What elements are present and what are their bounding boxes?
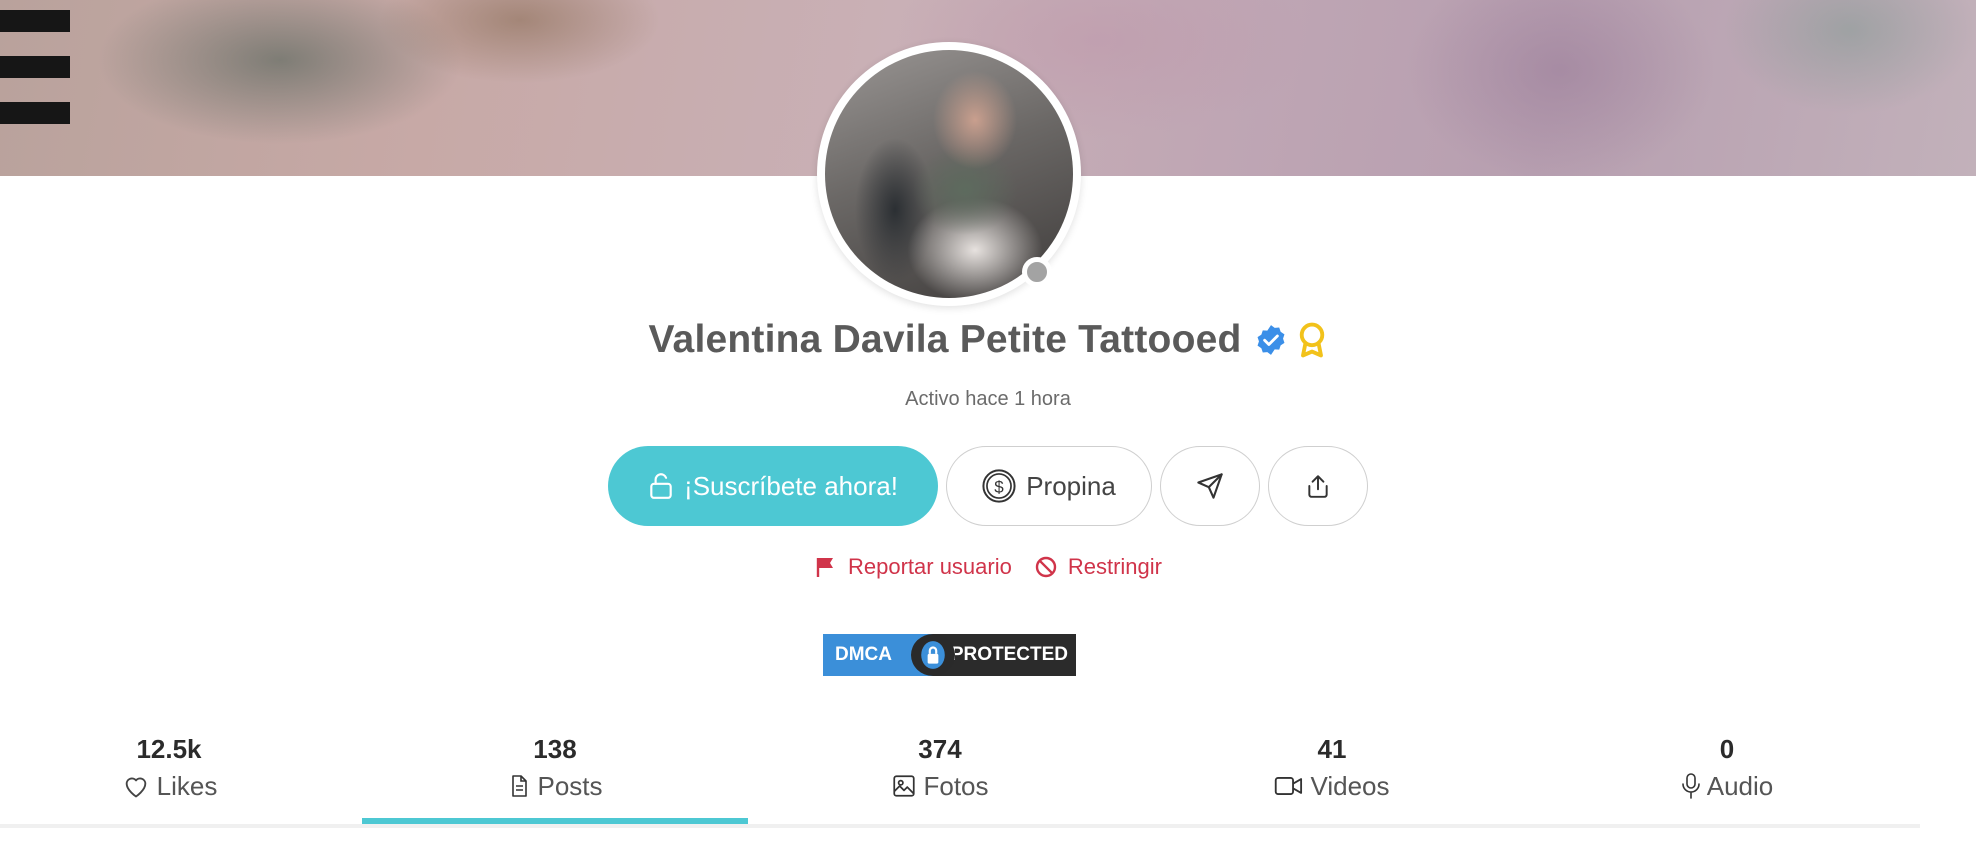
posts-label: Posts — [537, 770, 603, 801]
profile-name: Valentina Davila Petite Tattooed — [648, 318, 1242, 361]
posts-count: 138 — [533, 734, 577, 764]
tab-videos[interactable]: 41 Videos — [1272, 734, 1392, 804]
subscribe-button[interactable]: ¡Suscríbete ahora! — [608, 446, 938, 526]
tabs-divider — [0, 824, 1920, 828]
restrict-label: Restringir — [1067, 554, 1162, 579]
flag-icon — [816, 558, 833, 577]
audio-label: Audio — [1706, 770, 1774, 801]
cover-decoration — [0, 56, 70, 78]
lock-icon — [911, 634, 955, 676]
moderation-actions: Reportar usuario Restringir — [0, 552, 1976, 582]
videos-count: 41 — [1317, 734, 1347, 764]
award-badge-icon — [1299, 322, 1324, 358]
send-message-button[interactable] — [1160, 446, 1260, 526]
tip-button[interactable]: $ Propina — [946, 446, 1152, 526]
paper-plane-icon — [1197, 473, 1223, 499]
share-icon — [1308, 475, 1328, 498]
report-user-link[interactable]: Reportar usuario — [814, 554, 1012, 580]
last-active-status: Activo hace 1 hora — [905, 388, 1071, 410]
profile-name-row: Valentina Davila Petite Tattooed — [0, 312, 1976, 368]
tab-likes[interactable]: 12.5k Likes — [118, 734, 220, 804]
fotos-label: Fotos — [923, 770, 989, 801]
coin-dollar-icon: $ — [982, 469, 1016, 503]
videos-label: Videos — [1310, 770, 1390, 801]
tip-label: Propina — [1026, 470, 1116, 501]
heart-icon — [125, 777, 146, 798]
restrict-link[interactable]: Restringir — [1034, 554, 1162, 580]
tab-audio[interactable]: 0 Audio — [1676, 734, 1778, 804]
fotos-count: 374 — [918, 734, 962, 764]
ban-icon — [1035, 556, 1057, 578]
likes-count: 12.5k — [136, 734, 202, 764]
microphone-icon — [1681, 773, 1700, 799]
dmca-badge[interactable]: DMCA PROTECTED — [823, 634, 1076, 676]
subscribe-label: ¡Suscríbete ahora! — [684, 470, 898, 501]
image-icon — [893, 775, 916, 797]
video-icon — [1275, 777, 1303, 795]
document-icon — [512, 775, 528, 797]
profile-stats-tabs: 12.5k Likes 138 Posts 374 Fotos 41 Video… — [0, 734, 1976, 826]
share-button[interactable] — [1268, 446, 1368, 526]
unlock-icon — [650, 473, 672, 499]
cover-decoration — [0, 102, 70, 124]
tab-fotos[interactable]: 374 Fotos — [884, 734, 996, 804]
report-user-label: Reportar usuario — [847, 554, 1012, 579]
svg-text:$: $ — [994, 477, 1004, 496]
online-status-indicator — [1022, 257, 1052, 287]
cover-decoration — [0, 10, 70, 32]
tab-posts[interactable]: 138 Posts — [500, 734, 610, 804]
profile-action-buttons: ¡Suscríbete ahora! $ Propina — [0, 446, 1976, 526]
audio-count: 0 — [1719, 734, 1735, 764]
verified-badge-icon — [1257, 325, 1284, 355]
likes-label: Likes — [156, 770, 218, 801]
